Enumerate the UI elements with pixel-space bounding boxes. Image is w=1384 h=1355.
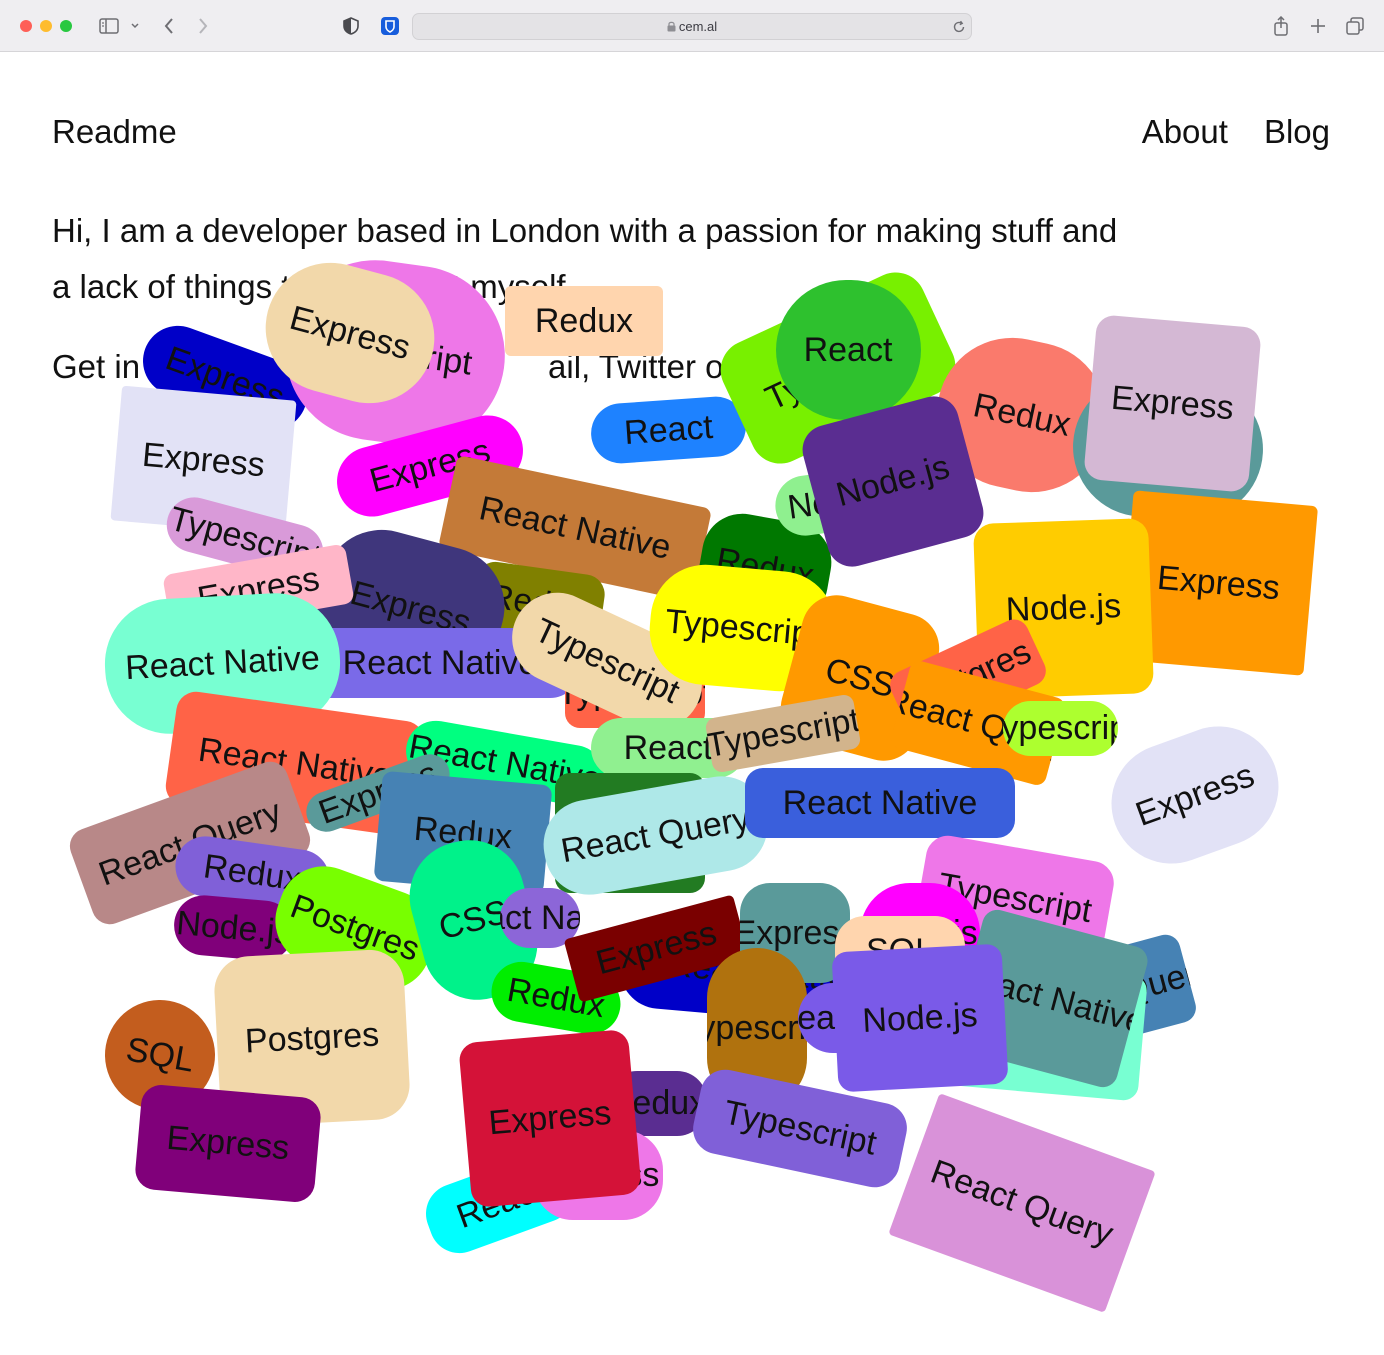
nav-blog-link[interactable]: Blog	[1264, 113, 1330, 151]
chevron-left-icon[interactable]	[158, 14, 180, 38]
site-nav: About Blog	[1142, 113, 1330, 151]
url-text: cem.al	[413, 19, 971, 35]
site-title[interactable]: Readme	[52, 113, 177, 151]
chevron-right-icon[interactable]	[192, 14, 214, 38]
tech-sticker[interactable]: Express	[1094, 709, 1296, 881]
tech-sticker[interactable]: React Native	[745, 768, 1015, 838]
plus-icon[interactable]	[1307, 14, 1329, 38]
reload-icon[interactable]	[951, 18, 967, 36]
tabs-overview-icon[interactable]	[1344, 14, 1366, 38]
chevron-down-icon[interactable]	[128, 14, 142, 38]
tech-sticker[interactable]: React Query	[888, 1093, 1156, 1313]
tech-sticker[interactable]: Express	[458, 1028, 642, 1208]
page-content: Readme About Blog Hi, I am a developer b…	[0, 53, 1384, 1355]
tech-sticker[interactable]: Typescript	[704, 692, 862, 774]
browser-toolbar: cem.al	[0, 0, 1384, 52]
address-bar[interactable]: cem.al	[412, 13, 972, 40]
sidebar-icon[interactable]	[96, 14, 122, 38]
url-label: cem.al	[678, 19, 718, 34]
minimize-window-button[interactable]	[40, 20, 52, 32]
tech-sticker[interactable]: React	[775, 280, 921, 420]
contact-text-start: Get in	[52, 348, 141, 385]
shield-icon[interactable]	[340, 14, 362, 38]
tech-sticker[interactable]: Express	[133, 1082, 323, 1204]
tech-sticker[interactable]: Express	[1082, 313, 1262, 493]
share-icon[interactable]	[1270, 14, 1292, 38]
zoom-window-button[interactable]	[60, 20, 72, 32]
tech-sticker[interactable]: Node.js	[831, 943, 1009, 1093]
tech-sticker[interactable]: Redux	[505, 286, 663, 356]
bitwarden-icon[interactable]	[379, 14, 401, 38]
tech-sticker[interactable]: Typescript	[1002, 700, 1118, 756]
lock-icon	[667, 20, 676, 35]
tech-sticker[interactable]: React	[588, 394, 748, 466]
close-window-button[interactable]	[20, 20, 32, 32]
nav-about-link[interactable]: About	[1142, 113, 1228, 151]
